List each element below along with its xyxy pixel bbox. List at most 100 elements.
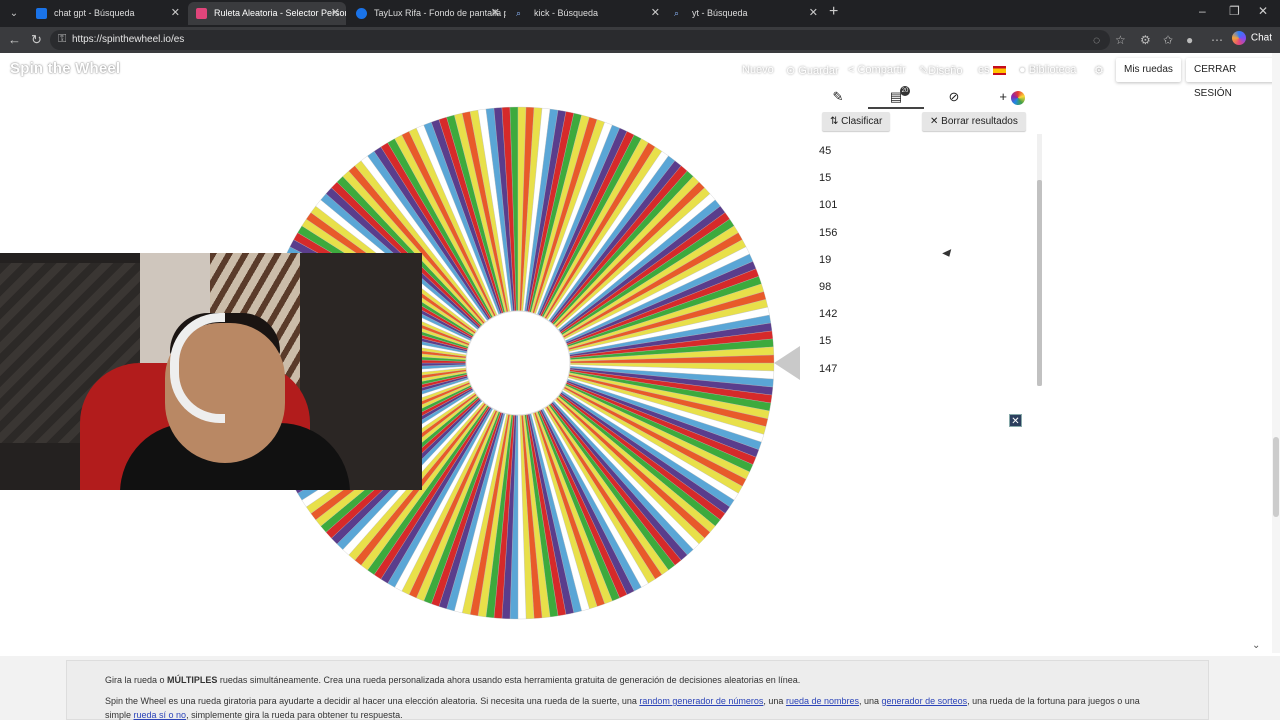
result-item: 45: [819, 145, 832, 157]
tab-title: yt - Búsqueda: [692, 8, 748, 18]
save-link[interactable]: ⊙ Guardar: [786, 64, 839, 77]
browser-tab-bar: ⌄ chat gpt - Búsqueda ✕ Ruleta Aleatoria…: [0, 0, 1280, 27]
result-item: 101: [819, 199, 838, 212]
results-panel: ✎ ▤ 20 ⊘ + ⇅ Clasificar ✕ Borrar resulta…: [808, 86, 1044, 388]
tab-title: kick - Búsqueda: [534, 8, 599, 18]
description-line-2: Spin the Wheel es una rueda giratoria pa…: [105, 696, 1140, 706]
globe-favicon-icon: [356, 8, 367, 19]
close-icon[interactable]: ✕: [651, 2, 660, 25]
pencil-icon: ✎: [919, 65, 929, 77]
sort-label: Clasificar: [841, 116, 883, 127]
globe-icon: ●: [1019, 64, 1029, 76]
favorites-icon[interactable]: ✩: [1163, 33, 1173, 47]
design-label: Diseño: [928, 65, 963, 77]
result-item: 147: [819, 362, 838, 375]
extensions-icon[interactable]: ⚙: [1140, 33, 1151, 47]
result-item: 15: [819, 335, 832, 348]
settings-icon[interactable]: ⚙: [1094, 64, 1104, 77]
address-bar[interactable]: ⚿ https://spinthewheel.io/es: [50, 30, 1110, 50]
panel-tabs: ✎ ▤ 20 ⊘ +: [808, 86, 1044, 110]
clear-label: Borrar resultados: [941, 116, 1018, 127]
desc-text: simple: [105, 710, 134, 720]
more-icon[interactable]: ⋯: [1211, 33, 1223, 47]
restore-icon[interactable]: ❐: [1229, 4, 1240, 18]
name-wheel-link[interactable]: rueda de nombres: [786, 696, 859, 706]
tab-search-icon[interactable]: ⌄: [6, 6, 22, 22]
library-link[interactable]: ● Biblioteca: [1019, 64, 1076, 76]
chevron-down-icon[interactable]: ⌄: [1252, 640, 1260, 651]
results-list: 45 15 101 156 19 98 142 15 147: [808, 138, 1036, 384]
copilot-chat-button[interactable]: Chat: [1231, 31, 1272, 45]
reader-icon[interactable]: ◌: [1093, 33, 1100, 47]
result-item: 142: [819, 308, 838, 321]
pencil-icon: ✎: [832, 89, 844, 104]
language-selector[interactable]: es: [978, 64, 1006, 76]
search-favicon-icon: ⌕: [674, 8, 680, 18]
design-link[interactable]: ✎Diseño: [919, 64, 962, 77]
wheel-favicon-icon: [196, 8, 207, 19]
site-logo[interactable]: Spin the Wheel: [10, 60, 120, 77]
save-icon: ⊙: [786, 65, 799, 77]
result-item: 156: [819, 226, 838, 239]
language-label: es: [978, 64, 990, 76]
browser-tab[interactable]: chat gpt - Búsqueda ✕: [28, 2, 186, 25]
clear-results-button[interactable]: ✕ Borrar resultados: [922, 112, 1026, 131]
minimize-icon[interactable]: –: [1199, 4, 1206, 18]
desc-text: , una: [859, 696, 882, 706]
results-scrollbar[interactable]: [1037, 134, 1042, 386]
reload-icon[interactable]: ↻: [31, 32, 42, 48]
spain-flag-icon: [992, 65, 1006, 75]
new-tab-icon[interactable]: +: [829, 3, 838, 21]
webcam-overlay: [0, 253, 422, 490]
desc-text: ruedas simultáneamente. Crea una rueda p…: [217, 675, 801, 685]
copilot-icon: [1231, 31, 1246, 45]
eye-off-icon: ⊘: [948, 89, 960, 104]
share-label: Compartir: [857, 64, 906, 76]
sort-icon: ⇅: [830, 116, 842, 127]
wheel-center-hub[interactable]: [465, 310, 571, 416]
close-icon[interactable]: ✕: [331, 2, 340, 25]
browser-tab[interactable]: ⌕ yt - Búsqueda ✕: [666, 2, 824, 25]
search-favicon-icon: ⌕: [516, 8, 522, 18]
page-scrollbar-thumb[interactable]: [1273, 437, 1279, 517]
browser-tab[interactable]: ⌕ kick - Búsqueda ✕: [508, 2, 666, 25]
close-icon[interactable]: ✕: [1009, 414, 1022, 427]
result-item: 15: [819, 172, 832, 185]
plus-icon: +: [999, 89, 1007, 104]
desc-text: Spin the Wheel es una rueda giratoria pa…: [105, 696, 640, 706]
library-label: Biblioteca: [1028, 64, 1077, 76]
save-label: Guardar: [798, 65, 839, 77]
desc-bold: MÚLTIPLES: [167, 675, 218, 685]
page-scrollbar[interactable]: [1272, 53, 1280, 653]
wheel-pointer-icon: [774, 346, 800, 380]
result-item: 19: [819, 253, 832, 266]
search-favicon-icon: [36, 8, 47, 19]
address-toolbar: ← ↻ ⚿ https://spinthewheel.io/es ◌ ☆ ⚙ ✩…: [0, 27, 1280, 53]
tab-title: Ruleta Aleatoria - Selector Person...: [214, 8, 346, 18]
profile-icon[interactable]: ●: [1186, 33, 1193, 47]
number-generator-link[interactable]: random generador de números: [639, 696, 763, 706]
new-link[interactable]: Nuevo: [742, 64, 774, 76]
edit-entries-tab[interactable]: ✎: [810, 89, 866, 109]
scrollbar-thumb[interactable]: [1037, 180, 1042, 386]
result-item: 98: [819, 280, 832, 293]
window-close-icon[interactable]: ✕: [1258, 4, 1268, 18]
yes-no-wheel-link[interactable]: rueda sí o no: [134, 710, 187, 720]
logout-button[interactable]: CERRAR SESIÓN: [1186, 58, 1280, 99]
my-wheels-button[interactable]: Mis ruedas: [1116, 58, 1181, 82]
share-link[interactable]: < Compartir: [848, 64, 906, 76]
browser-tab-active[interactable]: Ruleta Aleatoria - Selector Person... ✕: [188, 2, 346, 25]
favorite-star-icon[interactable]: ☆: [1115, 33, 1126, 47]
hide-tab[interactable]: ⊘: [926, 89, 982, 109]
sort-button[interactable]: ⇅ Clasificar: [822, 112, 891, 131]
add-wheel-tab[interactable]: +: [984, 89, 1040, 109]
close-icon[interactable]: ✕: [171, 2, 180, 25]
color-wheel-icon: [1010, 90, 1025, 105]
close-icon[interactable]: ✕: [491, 2, 500, 25]
browser-tab[interactable]: TayLux Rifa - Fondo de pantalla p... ✕: [348, 2, 506, 25]
close-icon[interactable]: ✕: [809, 2, 818, 25]
site-info-icon[interactable]: ⚿: [58, 33, 66, 46]
back-icon[interactable]: ←: [8, 32, 21, 47]
results-tab[interactable]: ▤ 20: [868, 86, 924, 109]
raffle-generator-link[interactable]: generador de sorteos: [882, 696, 968, 706]
